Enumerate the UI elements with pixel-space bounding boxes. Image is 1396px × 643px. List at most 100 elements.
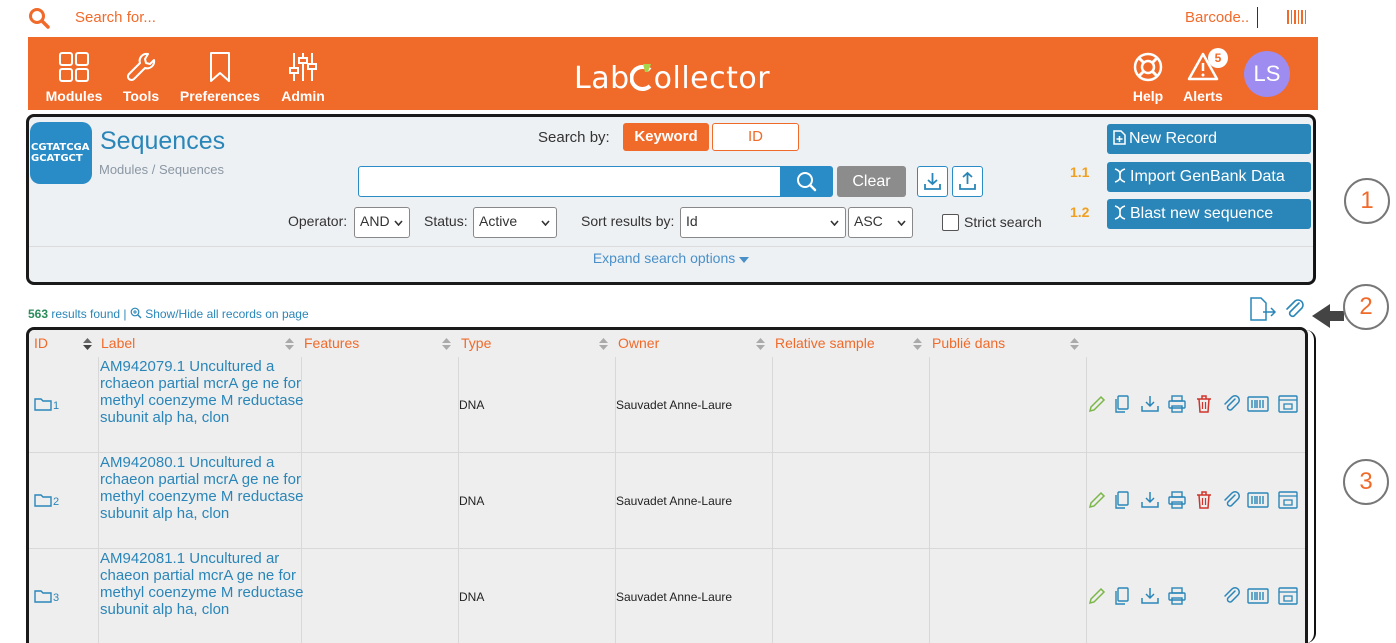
- edit-pencil-icon[interactable]: [1087, 586, 1107, 606]
- download-icon[interactable]: [1140, 586, 1160, 606]
- paperclip-icon[interactable]: [1221, 586, 1241, 606]
- folder-icon[interactable]: [34, 397, 52, 411]
- global-search-input[interactable]: Search for...: [75, 9, 156, 26]
- paperclip-icon[interactable]: [1282, 297, 1306, 321]
- import-genbank-button[interactable]: Import GenBank Data: [1107, 162, 1311, 192]
- sort-icon[interactable]: [599, 338, 608, 350]
- search-by-keyword-button[interactable]: Keyword: [623, 123, 709, 151]
- strict-search-checkbox[interactable]: [942, 214, 959, 231]
- search-input[interactable]: [358, 166, 781, 197]
- duplicate-icon[interactable]: [1112, 490, 1132, 510]
- folder-icon[interactable]: [34, 589, 52, 603]
- sort-order-value: ASC: [854, 213, 883, 229]
- show-hide-records-link[interactable]: Show/Hide all records on page: [145, 307, 308, 321]
- cell-divider: [929, 453, 930, 548]
- edit-pencil-icon[interactable]: [1087, 394, 1107, 414]
- download-icon[interactable]: [1140, 394, 1160, 414]
- record-owner: Sauvadet Anne-Laure: [616, 398, 733, 412]
- nav-admin[interactable]: Admin: [278, 37, 328, 110]
- panel-divider: [29, 246, 1313, 247]
- column-header-owner[interactable]: Owner: [618, 335, 659, 351]
- nav-tools[interactable]: Tools: [117, 37, 165, 110]
- trash-icon[interactable]: [1194, 394, 1214, 414]
- print-icon[interactable]: [1167, 394, 1187, 414]
- new-record-button[interactable]: New Record: [1107, 124, 1311, 154]
- clear-button[interactable]: Clear: [837, 166, 906, 197]
- sort-icon[interactable]: [756, 338, 765, 350]
- column-header-relative-sample[interactable]: Relative sample: [775, 335, 875, 351]
- sort-icon[interactable]: [442, 338, 451, 350]
- nav-preferences[interactable]: Preferences: [178, 37, 262, 110]
- sort-icon[interactable]: [913, 338, 922, 350]
- results-text: results found |: [48, 307, 130, 321]
- status-select[interactable]: Active: [473, 207, 557, 238]
- import-genbank-tag: 1.1: [1070, 164, 1090, 180]
- column-header-type[interactable]: Type: [461, 335, 491, 351]
- record-type: DNA: [459, 590, 485, 604]
- paperclip-icon[interactable]: [1221, 394, 1241, 414]
- table-header: ID Label Features Type Owner Relative sa…: [29, 330, 1305, 357]
- sort-order-select[interactable]: ASC: [848, 207, 913, 238]
- nav-modules[interactable]: Modules: [42, 37, 106, 110]
- user-avatar[interactable]: LS: [1244, 51, 1290, 97]
- nav-help[interactable]: Help: [1126, 37, 1170, 110]
- search-submit-button[interactable]: [781, 166, 833, 197]
- breadcrumb[interactable]: Modules / Sequences: [99, 162, 224, 177]
- edit-pencil-icon[interactable]: [1087, 490, 1107, 510]
- folder-icon[interactable]: [34, 493, 52, 507]
- record-id[interactable]: 3: [53, 592, 59, 604]
- sort-results-label: Sort results by:: [581, 213, 675, 229]
- table-row[interactable]: 1 AM942079.1 Uncultured a rchaeon partial…: [29, 357, 1305, 453]
- storage-box-icon[interactable]: [1277, 586, 1299, 606]
- record-label-link[interactable]: AM942081.1 Uncultured ar chaeon partial …: [100, 550, 305, 618]
- chevron-down-icon: [897, 220, 906, 226]
- alerts-count-badge: 5: [1208, 48, 1228, 68]
- expand-search-options-link[interactable]: Expand search options: [29, 250, 1313, 266]
- sort-icon[interactable]: [83, 338, 92, 350]
- logo-text-right: ollector: [653, 61, 771, 96]
- sort-field-value: Id: [686, 213, 698, 229]
- upload-search-button[interactable]: [952, 166, 983, 197]
- export-icon[interactable]: [1249, 297, 1277, 321]
- column-header-id[interactable]: ID: [34, 335, 48, 351]
- record-type: DNA: [459, 398, 485, 412]
- record-id[interactable]: 1: [53, 400, 59, 412]
- column-header-features[interactable]: Features: [304, 335, 359, 351]
- print-icon[interactable]: [1167, 586, 1187, 606]
- storage-box-icon[interactable]: [1277, 490, 1299, 510]
- logo-text-left: Lab: [574, 61, 630, 96]
- table-row[interactable]: 3 AM942081.1 Uncultured ar chaeon partial…: [29, 549, 1305, 643]
- search-by-id-button[interactable]: ID: [712, 123, 799, 151]
- record-id[interactable]: 2: [53, 496, 59, 508]
- storage-box-icon[interactable]: [1277, 394, 1299, 414]
- column-header-publie-dans[interactable]: Publié dans: [932, 335, 1005, 351]
- table-row[interactable]: 2 AM942080.1 Uncultured a rchaeon partial…: [29, 453, 1305, 549]
- sort-icon[interactable]: [285, 338, 294, 350]
- barcode-icon[interactable]: [1247, 490, 1269, 510]
- tray-upload-icon: [959, 171, 976, 190]
- duplicate-icon[interactable]: [1112, 394, 1132, 414]
- barcode-icon[interactable]: [1247, 394, 1269, 414]
- record-label-link[interactable]: AM942079.1 Uncultured a rchaeon partial …: [100, 358, 305, 426]
- barcode-icon[interactable]: [1247, 586, 1269, 606]
- callout-1: 1: [1344, 178, 1390, 224]
- search-icon[interactable]: [28, 7, 50, 29]
- sort-icon[interactable]: [1070, 338, 1079, 350]
- trash-icon[interactable]: [1194, 490, 1214, 510]
- record-owner: Sauvadet Anne-Laure: [616, 590, 733, 604]
- print-icon[interactable]: [1167, 490, 1187, 510]
- blast-new-sequence-button[interactable]: Blast new sequence: [1107, 199, 1311, 229]
- barcode-icon[interactable]: [1286, 10, 1308, 24]
- operator-select[interactable]: AND: [354, 207, 410, 238]
- download-icon[interactable]: [1140, 490, 1160, 510]
- cell-divider: [98, 549, 99, 643]
- barcode-input[interactable]: Barcode..: [1185, 9, 1249, 26]
- duplicate-icon[interactable]: [1112, 586, 1132, 606]
- column-header-label[interactable]: Label: [101, 335, 135, 351]
- record-label-link[interactable]: AM942080.1 Uncultured a rchaeon partial …: [100, 454, 305, 522]
- paperclip-icon[interactable]: [1221, 490, 1241, 510]
- cell-divider: [929, 549, 930, 643]
- download-search-button[interactable]: [917, 166, 948, 197]
- sort-field-select[interactable]: Id: [680, 207, 846, 238]
- logo-flask-icon: [629, 64, 652, 91]
